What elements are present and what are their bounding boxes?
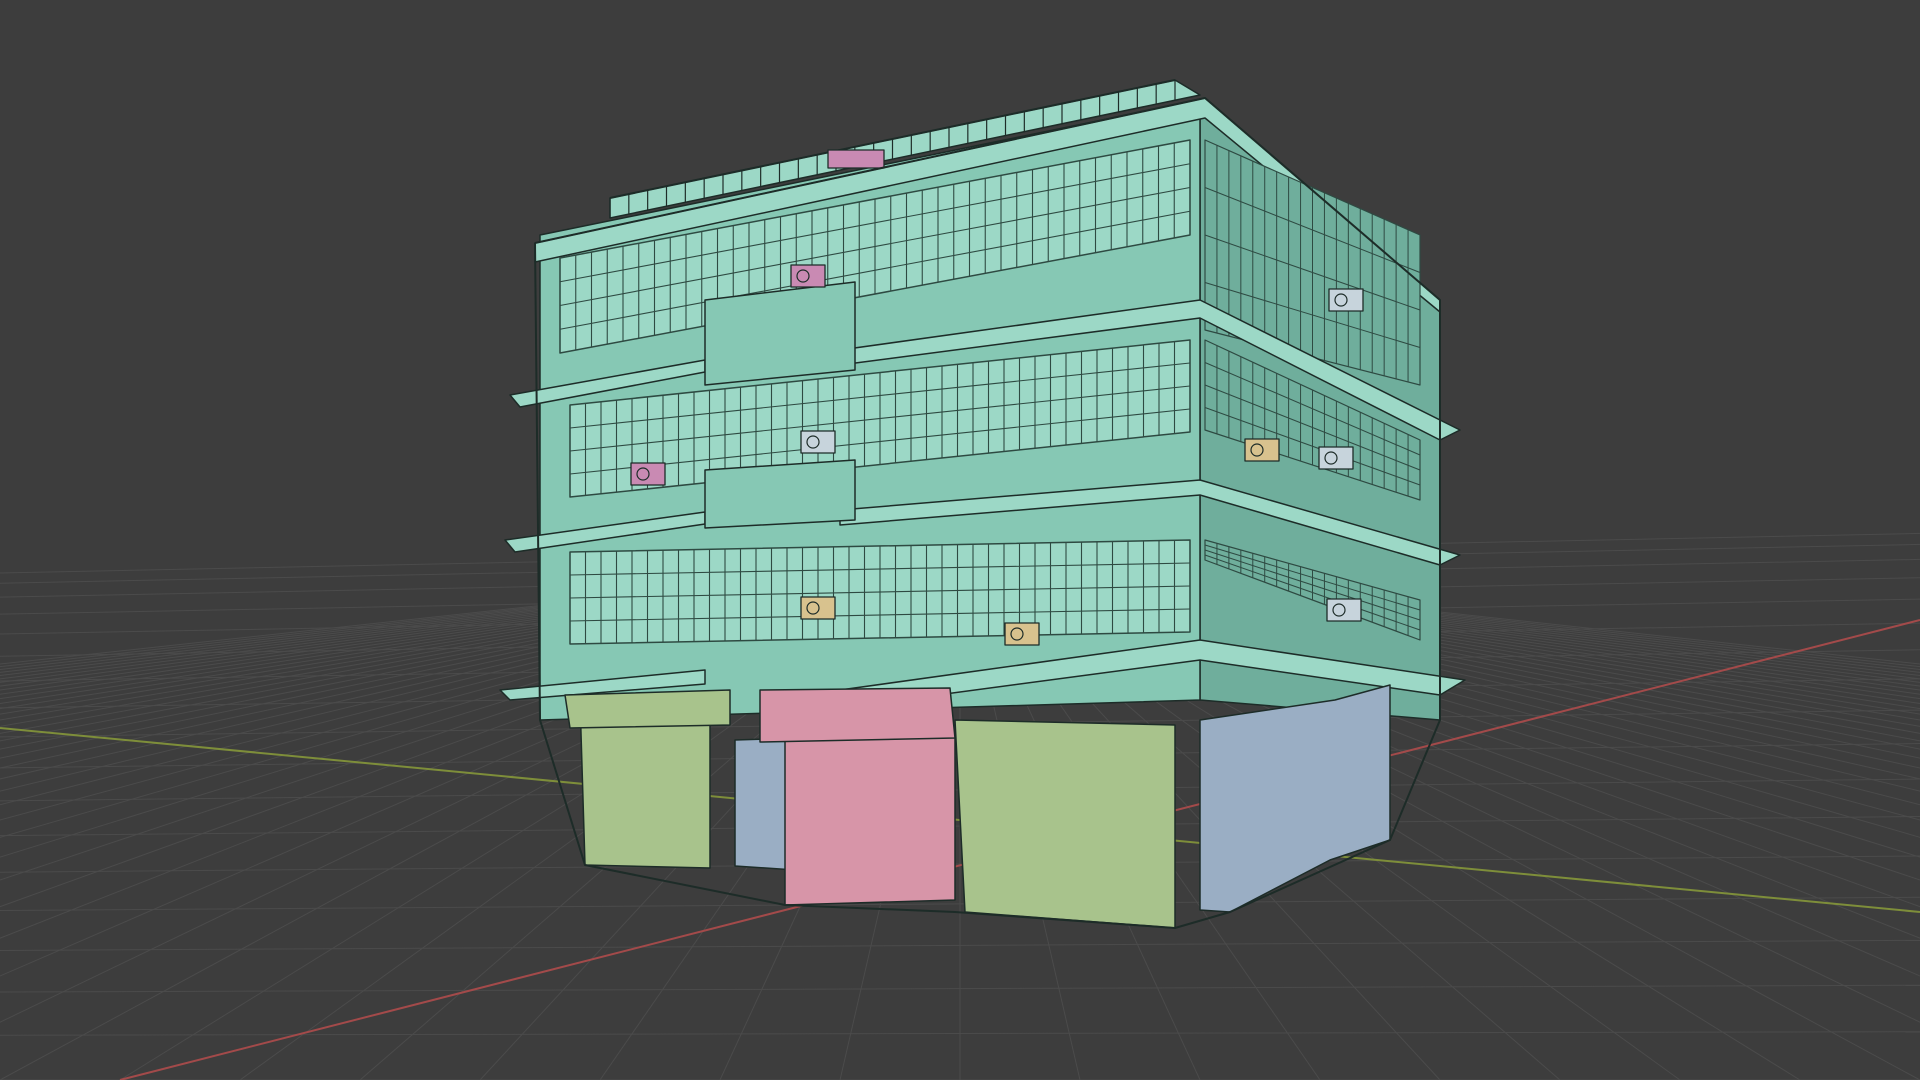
shop-pink-canopy[interactable] (759, 687, 956, 743)
rooftop-unit (827, 149, 885, 169)
shop-green-left-cap[interactable] (564, 689, 731, 729)
ac-unit (1328, 288, 1364, 312)
front-window-grid-floor-1[interactable] (569, 539, 1191, 645)
center-bay-panel-2[interactable] (704, 459, 856, 529)
building-model[interactable] (499, 79, 1466, 929)
shop-pink-entrance[interactable] (784, 729, 956, 906)
shop-blue-side[interactable] (1199, 684, 1391, 913)
ac-unit (1318, 446, 1354, 470)
ac-unit (790, 264, 826, 288)
ac-unit (800, 596, 836, 620)
center-bay-panel-3[interactable] (704, 281, 856, 386)
shop-green-right[interactable] (954, 719, 1176, 929)
3d-viewport[interactable] (0, 0, 1920, 1080)
ac-unit (1244, 438, 1280, 462)
ac-unit (1004, 622, 1040, 646)
ac-unit (630, 462, 666, 486)
viewport-scene[interactable] (0, 0, 1920, 1080)
ac-unit (1326, 598, 1362, 622)
ac-unit (800, 430, 836, 454)
